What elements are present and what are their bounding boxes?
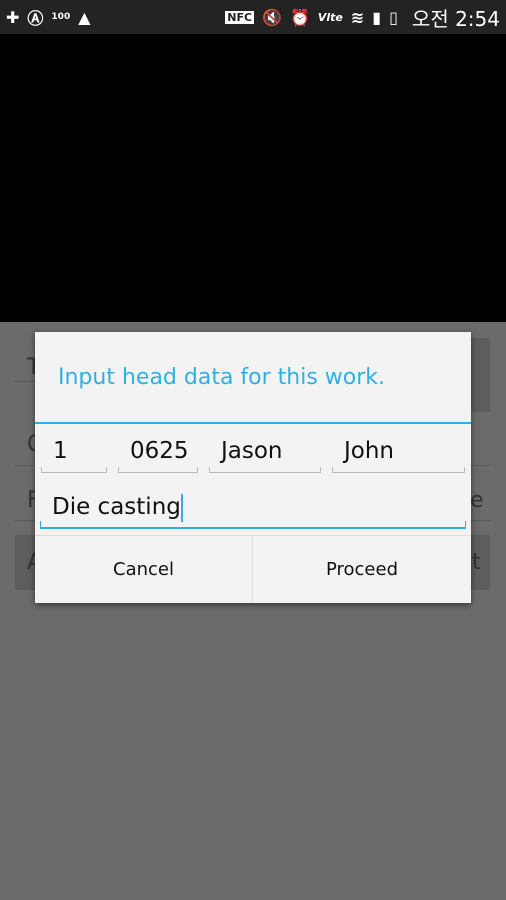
proceed-button[interactable]: Proceed: [253, 535, 471, 603]
text-caret: [180, 493, 183, 522]
field-first-name[interactable]: Jason: [209, 433, 321, 473]
volte-icon: Vlte: [317, 10, 343, 24]
status-bar: ✚ Ⓐ 100 ▲ NFC 🔇 ⏰ Vlte ≋ ▮ ▯ 오전 2:54: [0, 0, 506, 34]
black-area: [0, 34, 506, 322]
wifi-lock-icon: ≋: [350, 7, 365, 27]
background-text: e: [470, 488, 484, 513]
plus-icon: ✚: [6, 7, 20, 27]
description-input[interactable]: Die casting: [40, 485, 466, 529]
background-text: t: [472, 550, 481, 575]
description-value: Die casting: [52, 494, 181, 520]
a-circle-icon: Ⓐ: [27, 9, 44, 28]
field-last-name[interactable]: John: [332, 433, 465, 473]
battery-charging-icon: ▯: [389, 7, 398, 27]
signal-icon: ▮: [372, 7, 382, 27]
clock: 오전 2:54: [411, 6, 500, 31]
battery-100-icon: 100: [51, 12, 71, 22]
cancel-button[interactable]: Cancel: [35, 535, 253, 603]
mute-icon: 🔇: [262, 7, 282, 27]
dialog-title: Input head data for this work.: [58, 365, 386, 390]
nfc-icon: NFC: [225, 10, 255, 24]
alarm-icon: ⏰: [289, 7, 310, 27]
title-divider: [35, 422, 471, 424]
input-dialog: Input head data for this work. 1 0625 Ja…: [35, 332, 471, 603]
field-code[interactable]: 0625: [118, 433, 198, 473]
warning-icon: ▲: [78, 7, 91, 27]
field-number[interactable]: 1: [41, 433, 107, 473]
